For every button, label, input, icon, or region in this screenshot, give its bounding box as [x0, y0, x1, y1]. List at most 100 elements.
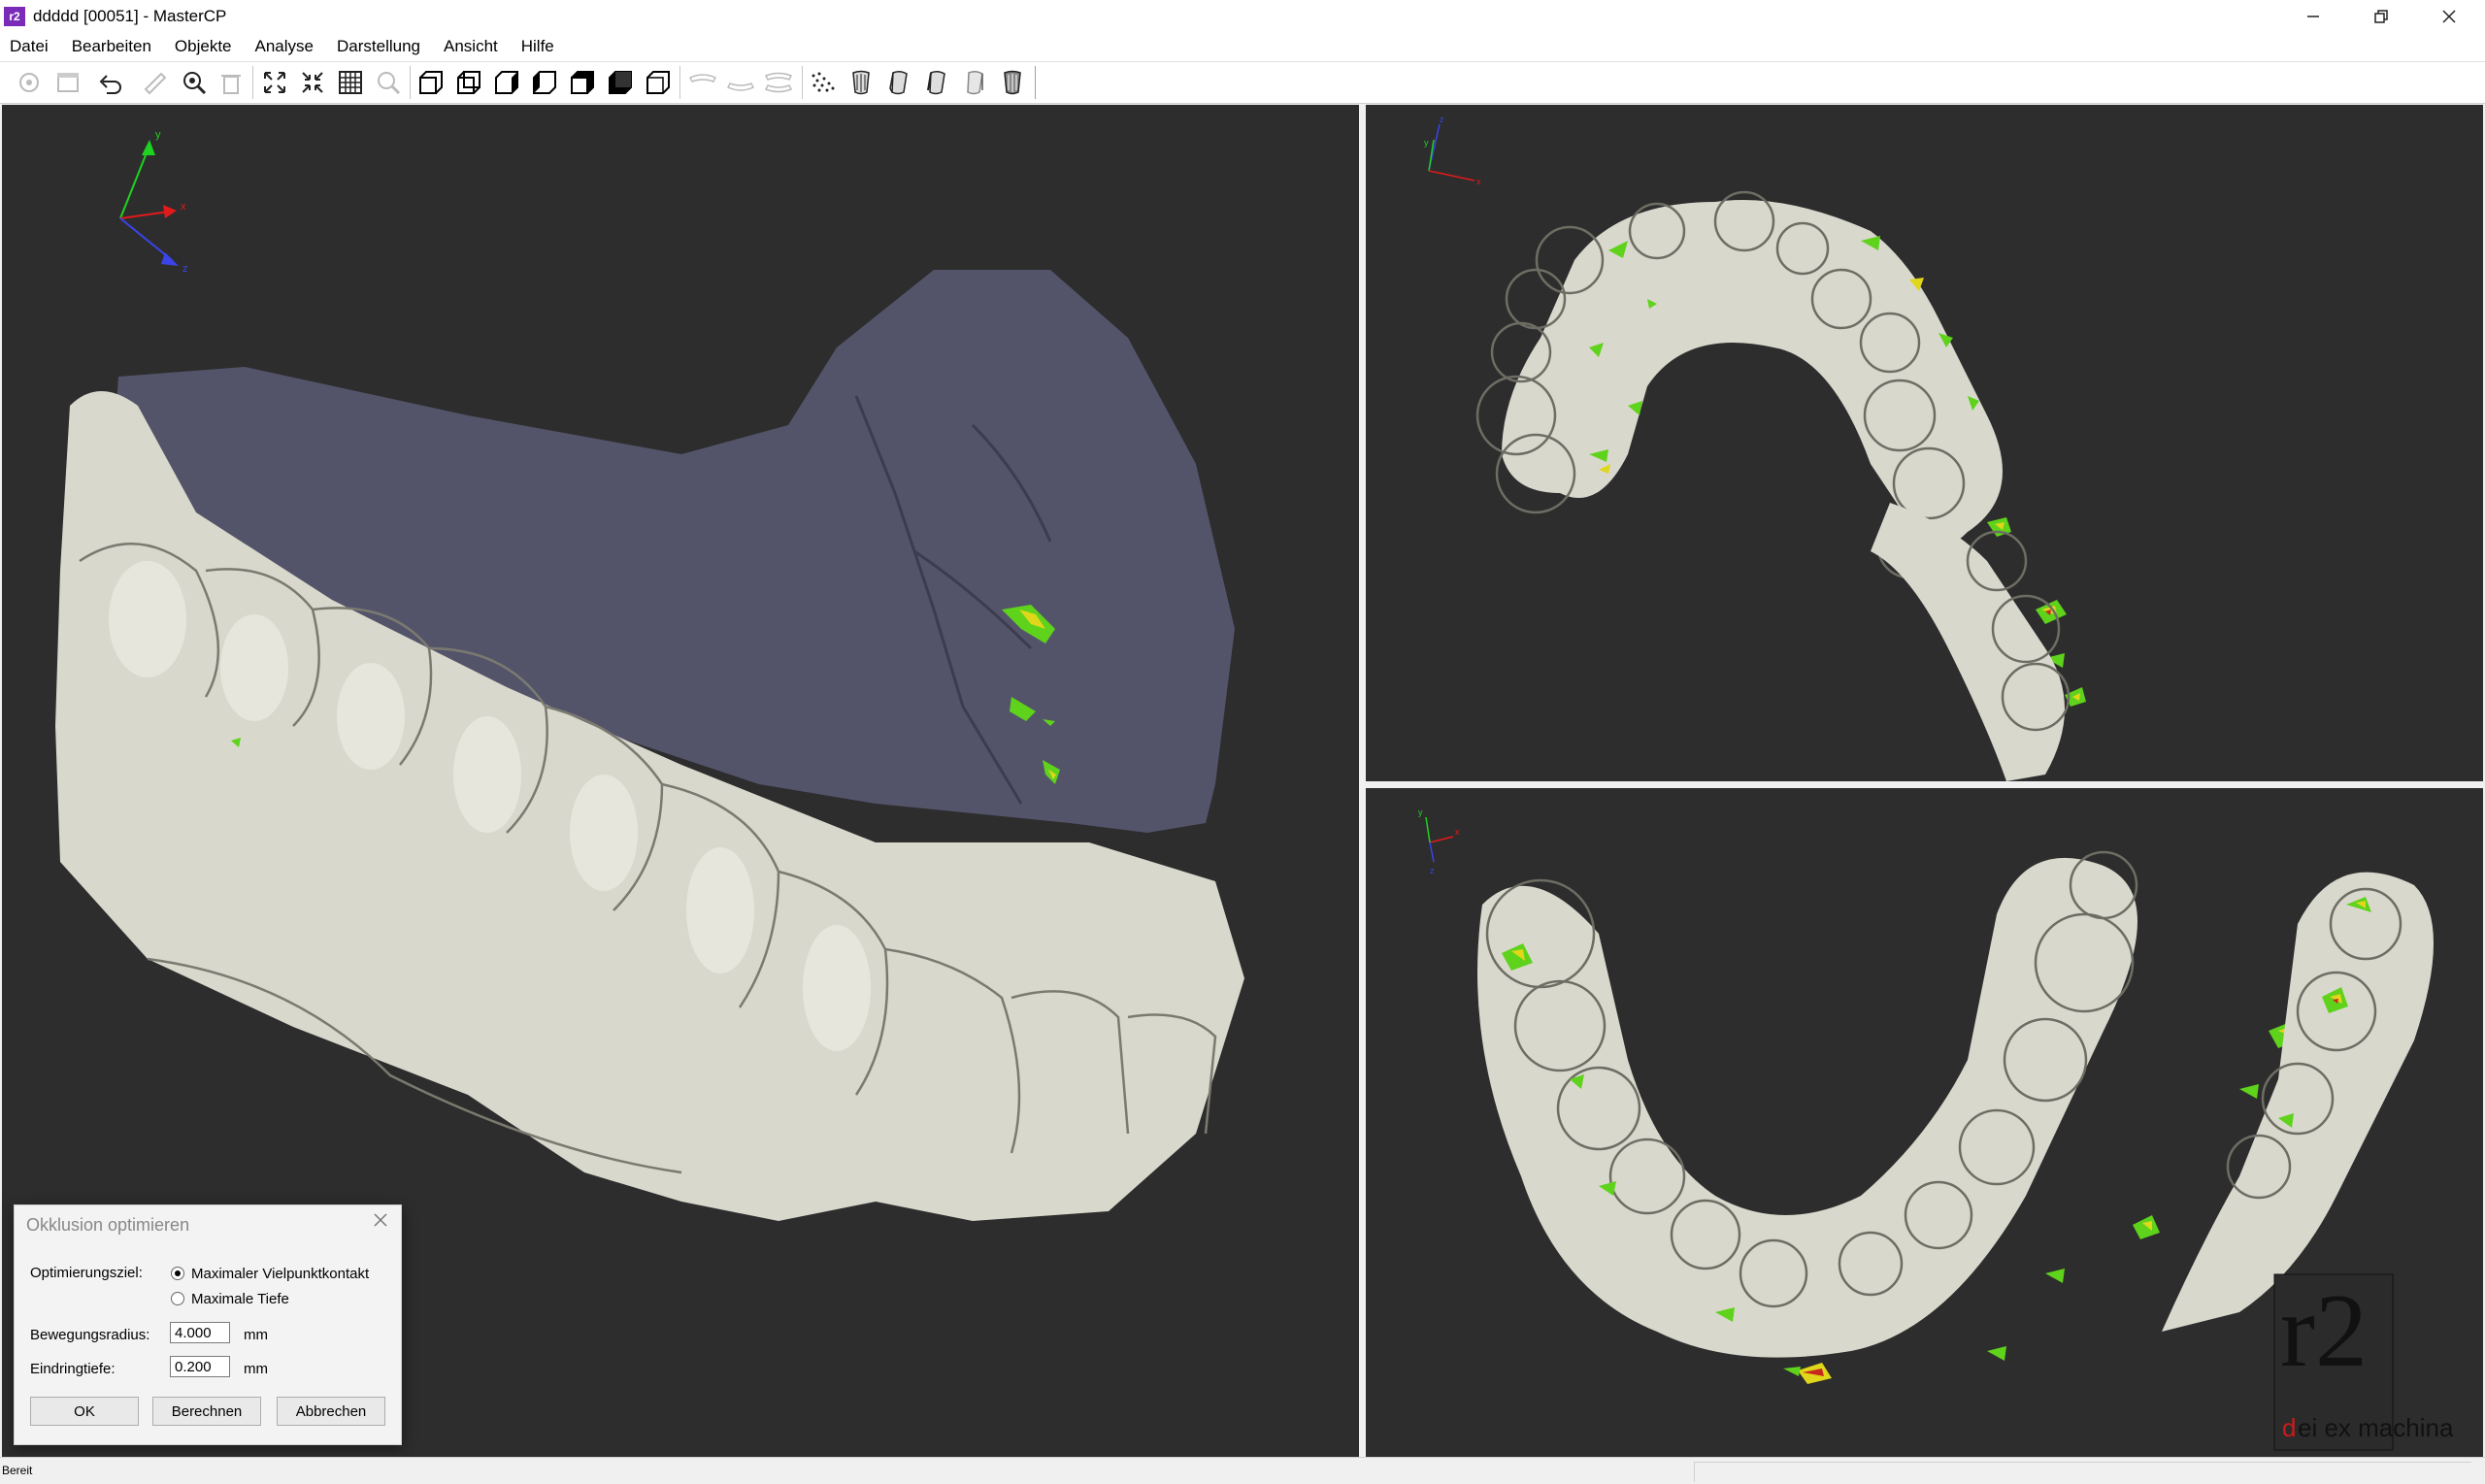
close-icon [374, 1213, 387, 1227]
tooth-3-button[interactable] [921, 67, 952, 98]
axis-x-label: x [1455, 827, 1460, 837]
title-bar: r2 ddddd [00051] - MasterCP [0, 0, 2485, 32]
toolbar-separator [679, 66, 680, 99]
radius-unit: mm [244, 1327, 268, 1343]
cube-top-button[interactable] [567, 67, 598, 98]
close-button[interactable] [2415, 0, 2483, 32]
menu-ansicht[interactable]: Ansicht [432, 37, 510, 56]
radius-label: Bewegungsradius: [30, 1327, 150, 1343]
minimize-button[interactable] [2279, 0, 2347, 32]
axis-z-label: z [1440, 115, 1444, 124]
radio-max-multipoint[interactable] [171, 1267, 184, 1280]
search-disabled-button[interactable] [373, 67, 404, 98]
axis-y-label: y [1424, 138, 1429, 148]
cube-front-icon [419, 71, 443, 94]
menu-datei[interactable]: Datei [0, 37, 60, 56]
minimize-icon [2307, 15, 2319, 17]
measure-disabled-button[interactable] [139, 67, 170, 98]
tooth-5-button[interactable] [997, 67, 1028, 98]
status-panel [1694, 1462, 2471, 1482]
status-bar: Bereit [0, 1457, 2485, 1484]
tooth-2-button[interactable] [883, 67, 914, 98]
cube-bottom-button[interactable] [605, 67, 636, 98]
depth-label: Eindringtiefe: [30, 1361, 116, 1377]
radio-max-depth[interactable] [171, 1292, 184, 1305]
tooth-4-button[interactable] [959, 67, 990, 98]
cube-bottom-icon [609, 71, 632, 94]
cube-back-button[interactable] [453, 67, 484, 98]
settings-disabled-icon [19, 73, 39, 92]
archive-disabled-icon [57, 73, 79, 92]
depth-input[interactable]: 0.200 [170, 1356, 230, 1377]
axis-x-label: x [181, 201, 186, 213]
logo-tagline: ei ex machina [2298, 1413, 2454, 1442]
cube-back-icon [457, 71, 480, 94]
jaw-upper-icon [688, 74, 717, 82]
menu-objekte[interactable]: Objekte [163, 37, 244, 56]
ok-button[interactable]: OK [30, 1397, 139, 1426]
axis-triad: y x z [119, 129, 188, 275]
axis-y-label: y [1418, 808, 1423, 817]
option-max-multipoint-label: Maximaler Vielpunktkontakt [191, 1266, 370, 1282]
restore-button[interactable] [2347, 0, 2415, 32]
status-text: Bereit [2, 1464, 33, 1477]
cancel-button[interactable]: Abbrechen [277, 1397, 385, 1426]
upper-arch-view: z y x [1424, 115, 2086, 781]
top-right-viewport[interactable]: z y x [1366, 105, 2483, 781]
option-max-depth-label: Maximale Tiefe [191, 1291, 289, 1307]
axis-x-label: x [1476, 177, 1481, 186]
shrink-view-button[interactable] [297, 67, 328, 98]
delete-disabled-icon [221, 75, 241, 94]
cube-front-button[interactable] [415, 67, 447, 98]
grid-icon [339, 71, 362, 94]
cube-top-icon [571, 71, 594, 94]
lower-arch-view: x y z r2 d ei ex machina [1418, 808, 2454, 1451]
cube-left-button[interactable] [529, 67, 560, 98]
occlusion-optimize-dialog: Okklusion optimieren Optimierungsziel: M… [14, 1204, 402, 1445]
toolbar-separator [252, 66, 253, 99]
toolbar [0, 62, 2485, 104]
tooth-4-icon [967, 70, 983, 95]
archive-disabled-button[interactable] [52, 67, 83, 98]
cube-right-button[interactable] [491, 67, 522, 98]
dialog-title: Okklusion optimieren [26, 1215, 190, 1235]
logo-text: r2 [2280, 1273, 2368, 1389]
window-title: ddddd [00051] - MasterCP [33, 6, 227, 25]
axis-triad-small: z y x [1424, 115, 1481, 186]
upper-arch-model [1502, 200, 2003, 549]
shrink-view-icon [302, 72, 323, 93]
compute-button[interactable]: Berechnen [152, 1397, 261, 1426]
axis-z-label: z [182, 263, 188, 275]
cube-right-icon [495, 71, 518, 94]
menu-bearbeiten[interactable]: Bearbeiten [60, 37, 163, 56]
jaw-lower-button[interactable] [725, 67, 756, 98]
settings-disabled-button[interactable] [14, 67, 45, 98]
undo-button[interactable] [95, 67, 126, 98]
app-icon: r2 [4, 6, 25, 26]
dialog-close-button[interactable] [372, 1211, 389, 1229]
delete-disabled-button[interactable] [215, 67, 247, 98]
axis-z-label: z [1430, 866, 1435, 875]
jaw-upper-button[interactable] [687, 67, 718, 98]
menu-bar: Datei Bearbeiten Objekte Analyse Darstel… [0, 32, 2485, 62]
fit-view-icon [264, 72, 285, 93]
jaw-lower-icon [726, 82, 755, 91]
menu-analyse[interactable]: Analyse [244, 37, 325, 56]
fit-view-button[interactable] [259, 67, 290, 98]
zoom-button[interactable] [179, 67, 210, 98]
cube-iso-button[interactable] [643, 67, 674, 98]
zoom-icon [183, 72, 207, 95]
jaw-both-button[interactable] [763, 67, 794, 98]
grid-button[interactable] [335, 67, 366, 98]
search-disabled-icon [378, 72, 401, 95]
menu-darstellung[interactable]: Darstellung [325, 37, 432, 56]
axis-y-label: y [155, 129, 161, 141]
tooth-1-button[interactable] [845, 67, 877, 98]
radius-input[interactable]: 4.000 [170, 1322, 230, 1343]
tooth-1-icon [852, 70, 870, 95]
bottom-right-viewport[interactable]: x y z r2 d ei ex machina [1366, 788, 2483, 1457]
measure-disabled-icon [144, 72, 167, 95]
dots-button[interactable] [808, 67, 839, 98]
cube-iso-icon [646, 71, 670, 94]
menu-hilfe[interactable]: Hilfe [510, 37, 566, 56]
